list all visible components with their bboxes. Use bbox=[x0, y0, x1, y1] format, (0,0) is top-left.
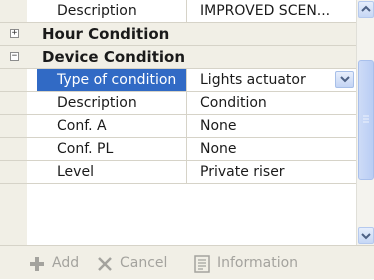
collapse-icon[interactable]: − bbox=[10, 52, 19, 61]
property-row-description-top[interactable]: Description IMPROVED SCEN... bbox=[0, 0, 356, 23]
plus-icon bbox=[30, 257, 44, 271]
row-gutter bbox=[0, 184, 27, 245]
add-label: Add bbox=[52, 255, 80, 271]
dropdown-button[interactable] bbox=[335, 71, 354, 88]
select-value: Lights actuator bbox=[200, 72, 306, 88]
property-value[interactable]: Private riser bbox=[188, 161, 356, 183]
action-toolbar: Add Cancel Information bbox=[0, 245, 374, 279]
chevron-down-icon bbox=[361, 233, 371, 240]
row-gutter bbox=[0, 161, 27, 183]
row-gutter bbox=[0, 92, 27, 114]
vertical-scrollbar[interactable] bbox=[356, 0, 374, 245]
property-name: Description bbox=[37, 92, 187, 114]
row-gutter bbox=[0, 0, 27, 22]
category-hour-condition[interactable]: + Hour Condition bbox=[0, 23, 356, 46]
scroll-up-button[interactable] bbox=[358, 1, 374, 18]
close-icon bbox=[98, 257, 112, 271]
property-row-level[interactable]: Level Private riser bbox=[0, 161, 356, 184]
property-grid: Description IMPROVED SCEN... + Hour Cond… bbox=[0, 0, 356, 245]
information-label: Information bbox=[217, 255, 299, 271]
property-name: Type of condition bbox=[37, 69, 187, 91]
property-name: Description bbox=[37, 0, 187, 22]
property-row-conf-a[interactable]: Conf. A None bbox=[0, 115, 356, 138]
cancel-label: Cancel bbox=[120, 255, 168, 271]
category-label: Device Condition bbox=[42, 48, 185, 66]
chevron-up-icon bbox=[361, 5, 371, 12]
row-gutter bbox=[0, 69, 27, 91]
chevron-down-icon bbox=[340, 76, 350, 83]
property-name: Conf. A bbox=[37, 115, 187, 137]
row-gutter bbox=[0, 138, 27, 160]
grid-empty-area bbox=[0, 184, 356, 245]
row-gutter bbox=[0, 115, 27, 137]
property-name: Level bbox=[37, 161, 187, 183]
expand-icon[interactable]: + bbox=[10, 29, 19, 38]
type-of-condition-select[interactable]: Lights actuator bbox=[188, 69, 356, 91]
property-value[interactable]: Condition bbox=[188, 92, 356, 114]
scroll-thumb[interactable] bbox=[358, 60, 374, 180]
property-name: Conf. PL bbox=[37, 138, 187, 160]
property-value[interactable]: None bbox=[188, 115, 356, 137]
property-value[interactable]: IMPROVED SCEN... bbox=[188, 0, 356, 22]
property-value[interactable]: None bbox=[188, 138, 356, 160]
property-row-conf-pl[interactable]: Conf. PL None bbox=[0, 138, 356, 161]
property-row-type-of-condition[interactable]: Type of condition Lights actuator bbox=[0, 69, 356, 92]
category-label: Hour Condition bbox=[42, 25, 170, 43]
property-row-description[interactable]: Description Condition bbox=[0, 92, 356, 115]
category-device-condition[interactable]: − Device Condition bbox=[0, 46, 356, 69]
scroll-down-button[interactable] bbox=[358, 227, 374, 244]
info-document-icon bbox=[194, 255, 210, 273]
grip-icon bbox=[363, 115, 369, 123]
